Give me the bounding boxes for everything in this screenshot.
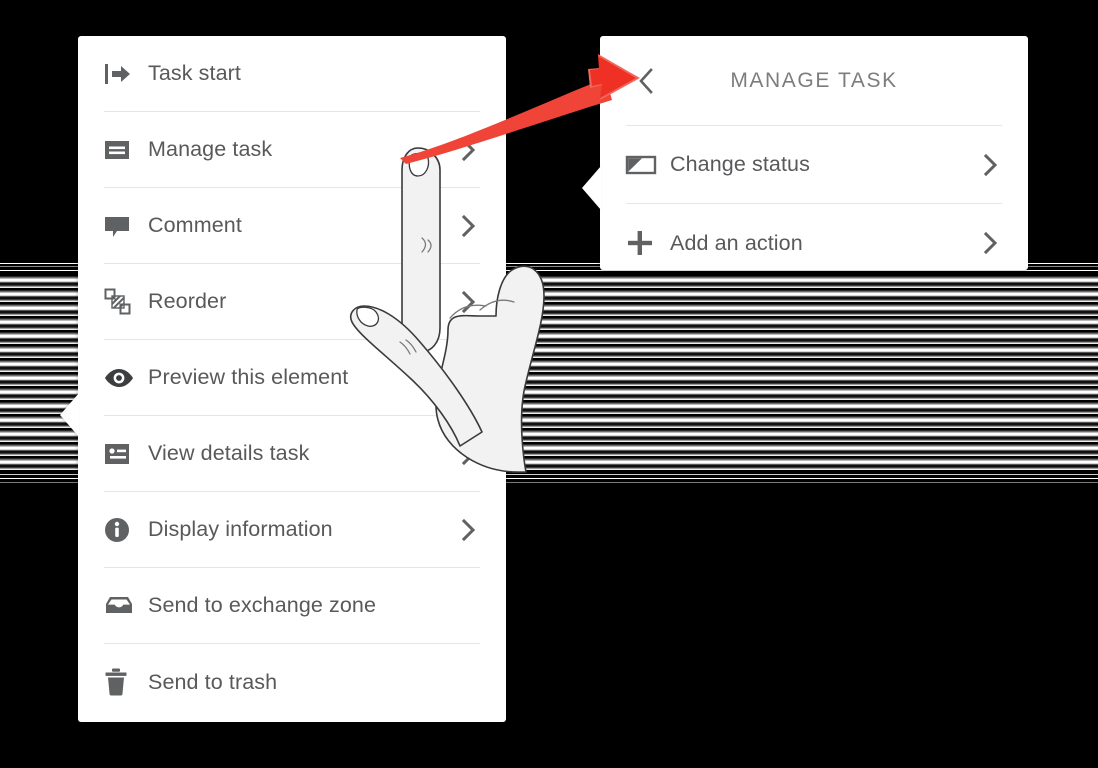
chevron-right-icon (458, 138, 480, 161)
menu-item-send-to-exchange-zone[interactable]: Send to exchange zone (104, 568, 480, 644)
submenu-item-label: Add an action (670, 230, 803, 255)
comment-icon (104, 213, 148, 239)
submenu-item-label: Change status (670, 152, 810, 176)
menu-item-display-information[interactable]: Display information (104, 492, 480, 568)
manage-task-submenu[interactable]: MANAGE TASK Change status Add an action (582, 36, 1028, 270)
menu-item-task-start[interactable]: Task start (104, 36, 480, 112)
info-circle-icon (104, 517, 148, 543)
chevron-right-icon (980, 231, 1002, 255)
manage-task-icon (104, 137, 148, 163)
chevron-left-icon[interactable] (626, 61, 666, 101)
menu-item-send-to-trash[interactable]: Send to trash (104, 644, 480, 720)
menu-item-label: Reorder (148, 289, 227, 313)
chevron-right-icon (458, 214, 480, 237)
submenu-title: MANAGE TASK (730, 68, 898, 92)
chevron-right-icon (458, 290, 480, 313)
submenu-item-change-status[interactable]: Change status (625, 126, 1002, 204)
menu-item-manage-task[interactable]: Manage task (104, 112, 480, 188)
menu-item-preview-this-element[interactable]: Preview this element (104, 340, 480, 416)
menu-item-label: Manage task (148, 137, 273, 161)
screenshot-stage: Task start Manage task Comment Reorder P… (0, 0, 1098, 768)
menu-item-reorder[interactable]: Reorder (104, 264, 480, 340)
eye-icon (104, 367, 148, 389)
menu-item-label: Task start (148, 61, 241, 85)
submenu-header: MANAGE TASK (626, 36, 1002, 126)
reorder-icon (104, 288, 148, 316)
menu-item-label: Display information (148, 517, 333, 541)
chevron-right-icon (458, 442, 480, 465)
context-menu-pointer-notch (60, 393, 79, 437)
submenu-pointer-notch (582, 166, 601, 210)
trash-icon (104, 668, 148, 696)
menu-item-label: Preview this element (148, 365, 349, 389)
menu-item-comment[interactable]: Comment (104, 188, 480, 264)
chevron-right-icon (980, 153, 1002, 176)
menu-item-view-details-task[interactable]: View details task (104, 416, 480, 492)
menu-item-label: Send to exchange zone (148, 593, 377, 617)
inbox-tray-icon (104, 595, 148, 617)
submenu-list: Change status Add an action (600, 126, 1028, 282)
task-start-icon (104, 62, 148, 86)
menu-item-label: Send to trash (148, 669, 278, 694)
plus-icon (626, 229, 670, 257)
menu-item-label: Comment (148, 213, 242, 237)
menu-item-label: View details task (148, 441, 310, 465)
details-card-icon (104, 441, 148, 467)
submenu-item-add-an-action[interactable]: Add an action (626, 204, 1002, 282)
chevron-right-icon (458, 518, 480, 541)
element-context-menu[interactable]: Task start Manage task Comment Reorder P… (60, 36, 506, 722)
status-flag-icon (625, 154, 670, 176)
context-menu-list: Task start Manage task Comment Reorder P… (78, 36, 506, 720)
